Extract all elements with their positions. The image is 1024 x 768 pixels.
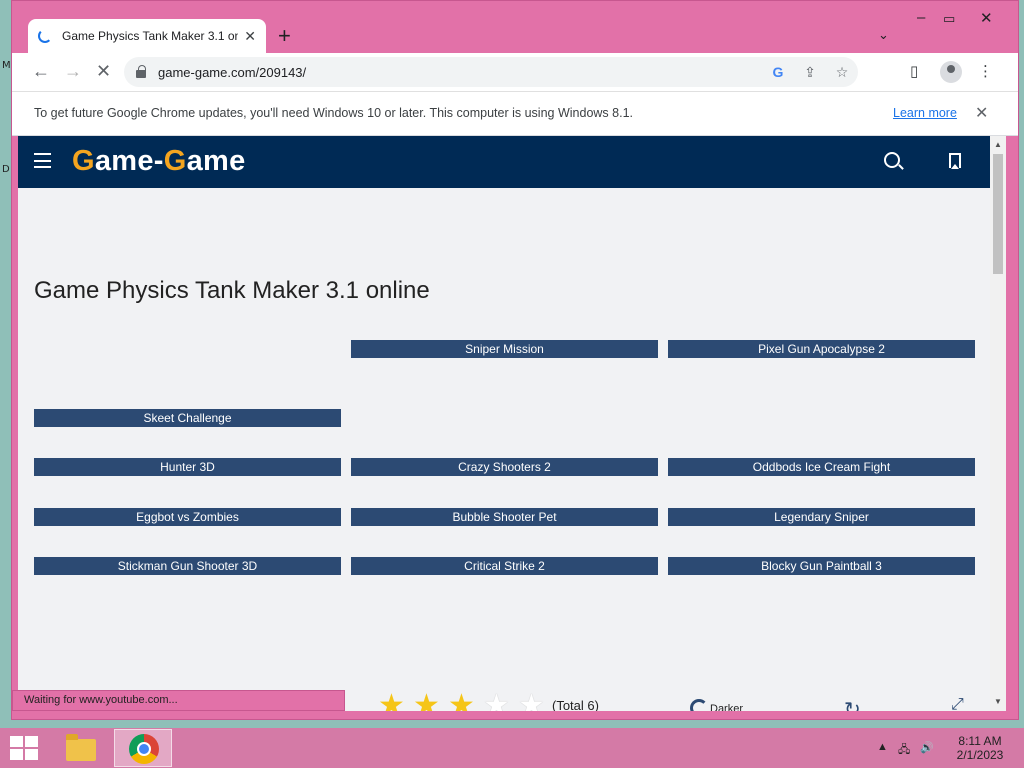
- rating-star-icon[interactable]: ★: [483, 691, 510, 712]
- volume-icon[interactable]: 🔊: [920, 741, 934, 754]
- windows-start-icon[interactable]: [10, 736, 38, 760]
- game-link[interactable]: Sniper Mission: [351, 340, 658, 358]
- rating-star-icon[interactable]: ★: [448, 691, 475, 712]
- side-panel-icon[interactable]: ▯: [910, 62, 918, 80]
- browser-window: Game Physics Tank Maker 3.1 online ✕ + ⌄…: [11, 0, 1019, 720]
- forward-arrow-icon[interactable]: →: [64, 61, 82, 81]
- darker-label[interactable]: Darker: [710, 703, 743, 711]
- minimize-icon[interactable]: –: [917, 9, 925, 26]
- game-link[interactable]: Critical Strike 2: [351, 557, 658, 575]
- system-clock[interactable]: 8:11 AM 2/1/2023: [948, 734, 1012, 762]
- darker-mode-icon[interactable]: [690, 699, 708, 711]
- bookmark-icon[interactable]: [949, 153, 961, 169]
- maximize-icon[interactable]: ▭: [943, 11, 955, 27]
- menu-dots-icon[interactable]: ⋮: [978, 62, 993, 80]
- rating-star-icon[interactable]: ★: [518, 691, 545, 712]
- game-link[interactable]: Stickman Gun Shooter 3D: [34, 557, 341, 575]
- learn-more-link[interactable]: Learn more: [893, 106, 957, 120]
- game-link[interactable]: Skeet Challenge: [34, 409, 341, 427]
- hamburger-menu-icon[interactable]: [34, 153, 51, 168]
- back-arrow-icon[interactable]: ←: [32, 61, 50, 81]
- share-icon[interactable]: ⇪: [794, 64, 826, 81]
- refresh-icon[interactable]: ↻: [844, 697, 861, 711]
- game-link[interactable]: Oddbods Ice Cream Fight: [668, 458, 975, 476]
- rating-total: (Total 6): [552, 698, 599, 711]
- update-infobar: To get future Google Chrome updates, you…: [12, 91, 1018, 136]
- page-scrollbar[interactable]: ▲ ▼: [990, 136, 1006, 711]
- file-explorer-icon[interactable]: [60, 731, 102, 765]
- site-logo[interactable]: Game-Game: [72, 145, 246, 178]
- scroll-down-icon[interactable]: ▼: [994, 697, 1002, 706]
- game-link[interactable]: Pixel Gun Apocalypse 2: [668, 340, 975, 358]
- clock-time: 8:11 AM: [958, 734, 1002, 748]
- taskbar: ▲ 🖧 🔊 8:11 AM 2/1/2023: [0, 728, 1024, 768]
- game-link[interactable]: Legendary Sniper: [668, 508, 975, 526]
- omnibox-icons: G ⇪ ☆: [762, 57, 858, 87]
- chrome-icon: [129, 734, 159, 764]
- stop-loading-icon[interactable]: ✕: [96, 61, 111, 81]
- game-link[interactable]: Bubble Shooter Pet: [351, 508, 658, 526]
- page-title: Game Physics Tank Maker 3.1 online: [34, 277, 430, 304]
- fullscreen-icon[interactable]: ⤢: [951, 696, 964, 711]
- network-icon[interactable]: 🖧: [898, 741, 910, 760]
- loading-spinner-icon: [38, 29, 52, 43]
- tab-title: Game Physics Tank Maker 3.1 online: [62, 29, 238, 43]
- active-tab[interactable]: Game Physics Tank Maker 3.1 online ✕: [28, 19, 266, 53]
- scroll-up-icon[interactable]: ▲: [994, 140, 1002, 149]
- google-lens-icon[interactable]: G: [762, 64, 794, 80]
- game-link[interactable]: Hunter 3D: [34, 458, 341, 476]
- chrome-taskbar-button[interactable]: [114, 729, 172, 767]
- clock-date: 2/1/2023: [956, 748, 1004, 762]
- game-link[interactable]: Blocky Gun Paintball 3: [668, 557, 975, 575]
- close-window-icon[interactable]: ✕: [980, 9, 993, 27]
- desktop-edge: M D: [0, 60, 11, 190]
- title-bar: Game Physics Tank Maker 3.1 online ✕ + ⌄…: [12, 1, 1018, 53]
- tray-chevron-icon[interactable]: ▲: [877, 741, 888, 753]
- address-bar[interactable]: game-game.com/209143/ G ⇪ ☆: [124, 57, 858, 87]
- game-link[interactable]: Eggbot vs Zombies: [34, 508, 341, 526]
- close-infobar-icon[interactable]: ✕: [975, 103, 988, 123]
- desktop-icon-fragment: M: [2, 60, 11, 71]
- close-tab-icon[interactable]: ✕: [244, 28, 256, 45]
- site-header: Game-Game: [18, 136, 990, 188]
- chevron-down-icon[interactable]: ⌄: [878, 27, 889, 43]
- infobar-message: To get future Google Chrome updates, you…: [34, 106, 633, 120]
- toolbar: ← → ✕ game-game.com/209143/ G ⇪ ☆ ▯ ⋮: [12, 53, 1018, 91]
- url-text[interactable]: game-game.com/209143/: [158, 65, 306, 80]
- game-link[interactable]: Crazy Shooters 2: [351, 458, 658, 476]
- scrollbar-thumb[interactable]: [993, 154, 1003, 274]
- rating-star-icon[interactable]: ★: [413, 691, 440, 712]
- search-icon[interactable]: [884, 152, 900, 168]
- page-viewport: Game-Game Game Physics Tank Maker 3.1 on…: [18, 136, 990, 711]
- status-bubble: Waiting for www.youtube.com...: [12, 690, 345, 711]
- desktop-icon-fragment: D: [2, 164, 10, 175]
- profile-avatar-icon[interactable]: [940, 61, 962, 83]
- rating-star-icon[interactable]: ★: [378, 691, 405, 712]
- bookmark-star-icon[interactable]: ☆: [826, 64, 858, 81]
- lock-icon: [136, 65, 146, 78]
- new-tab-icon[interactable]: +: [278, 25, 291, 47]
